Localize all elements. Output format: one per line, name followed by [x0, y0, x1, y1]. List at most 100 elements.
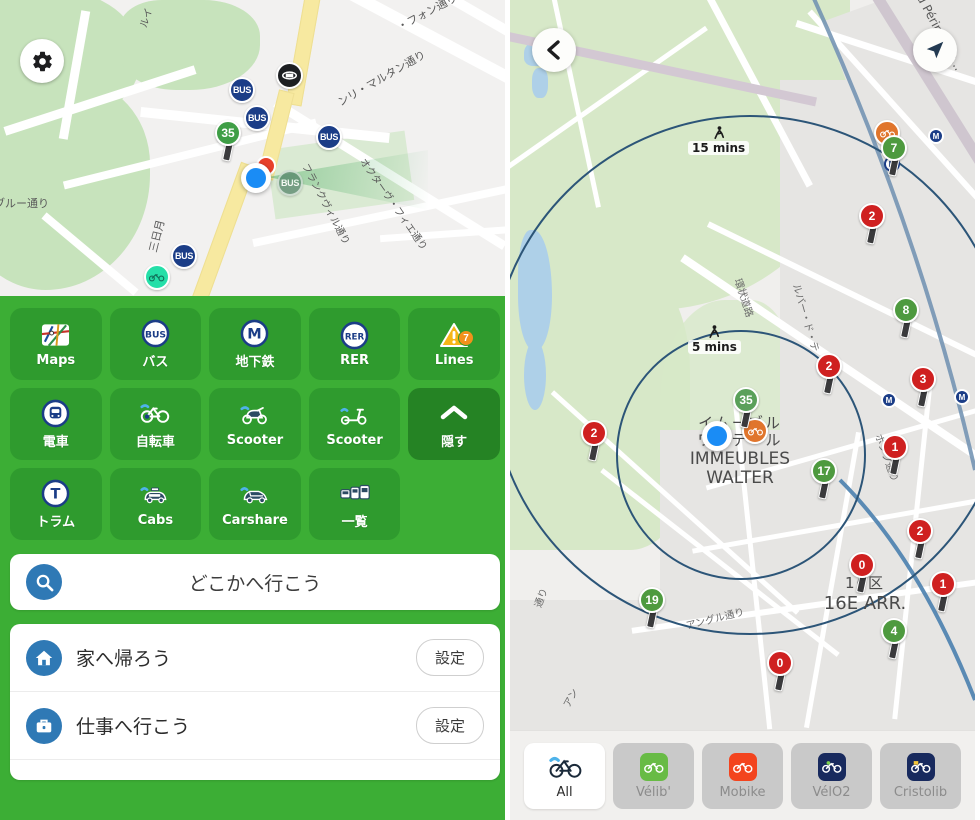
provider-velo2[interactable]: VélO2 — [791, 742, 872, 809]
tile-label: 隠す — [441, 435, 468, 450]
tile-bus[interactable]: BUS バス — [109, 308, 202, 380]
bike-station-marker[interactable]: 35 — [733, 387, 759, 429]
provider-label: Cristolib — [893, 784, 948, 800]
chevron-up-icon — [439, 398, 469, 428]
bike-station-marker[interactable]: 17 — [811, 458, 837, 500]
tile-rer[interactable]: RER RER — [308, 308, 401, 380]
bike-station-count: 2 — [816, 353, 842, 379]
bike-station-marker[interactable]: 8 — [893, 297, 919, 339]
bus-stop-pin[interactable]: BUS — [229, 77, 255, 103]
destination-row-home[interactable]: 家へ帰ろう 設定 — [10, 624, 500, 692]
walk-time-label: 5 mins — [688, 340, 741, 354]
bike-station-marker[interactable]: 7 — [881, 135, 907, 177]
set-work-button[interactable]: 設定 — [415, 707, 484, 744]
back-button[interactable] — [532, 28, 576, 72]
provider-all[interactable]: All — [524, 742, 605, 809]
tile-label: 自転車 — [135, 435, 175, 450]
bike-station-pin[interactable] — [144, 264, 170, 290]
tile-tram[interactable]: T トラム — [10, 468, 102, 540]
bike-station-count: 1 — [930, 571, 956, 597]
dual-phone-screenshot: ・フォン通り ンリ・マルタン通り オクターヴ・フィエ通り フランクヴィル通り ブ… — [0, 0, 980, 820]
tile-maps[interactable]: Maps — [10, 308, 102, 380]
bike-station-marker[interactable]: 0 — [849, 552, 875, 594]
transit-station-pin[interactable] — [276, 62, 303, 89]
provider-cristolib[interactable]: Cristolib — [880, 742, 961, 809]
search-destination-bar[interactable]: どこかへ行こう — [10, 554, 500, 610]
bike-dock-marker[interactable]: 35 — [215, 120, 241, 162]
cristolib-icon — [904, 752, 938, 782]
chevron-left-icon — [547, 40, 560, 60]
provider-mobike[interactable]: Mobike — [702, 742, 783, 809]
bike-station-marker[interactable]: 1 — [930, 571, 956, 613]
settings-gear-button[interactable] — [20, 39, 64, 83]
bus-roundel-icon: BUS — [140, 318, 170, 348]
provider-label: Vélib' — [636, 784, 671, 800]
metro-station-pin[interactable]: M — [928, 128, 944, 144]
tile-carshare[interactable]: Carshare — [209, 468, 301, 540]
tile-all-transit[interactable]: 一覧 — [308, 468, 401, 540]
bike-station-marker[interactable]: 2 — [581, 420, 607, 462]
taxi-icon — [140, 480, 170, 510]
metro-glyph-icon — [282, 71, 297, 80]
tile-train[interactable]: 電車 — [10, 388, 102, 460]
tile-cabs[interactable]: Cabs — [109, 468, 202, 540]
bike-station-marker[interactable]: 4 — [881, 618, 907, 660]
bike-station-marker[interactable]: 2 — [816, 353, 842, 395]
bus-stop-pin[interactable]: BUS — [316, 124, 342, 150]
left-map-canvas[interactable]: ・フォン通り ンリ・マルタン通り オクターヴ・フィエ通り フランクヴィル通り ブ… — [0, 0, 505, 296]
bike-station-marker[interactable]: 2 — [907, 518, 933, 560]
bus-stop-pin[interactable]: BUS — [277, 170, 303, 196]
provider-label: Mobike — [719, 784, 766, 800]
metro-station-pin[interactable]: M — [954, 389, 970, 405]
bicycle-glyph-icon — [149, 273, 165, 282]
search-icon — [26, 564, 62, 600]
locate-me-button[interactable] — [913, 28, 957, 72]
tile-scooter-moped[interactable]: Scooter — [209, 388, 301, 460]
bike-station-count: 2 — [907, 518, 933, 544]
tile-lines[interactable]: 7 Lines — [408, 308, 500, 380]
right-map-canvas[interactable]: 15 mins 5 mins N185 Bd Périphériq... 環状道… — [510, 0, 975, 730]
home-icon — [26, 639, 62, 676]
bus-stop-pin[interactable]: BUS — [244, 105, 270, 131]
right-phone-screen: 15 mins 5 mins N185 Bd Périphériq... 環状道… — [510, 0, 975, 820]
destination-label: 仕事へ行こう — [76, 716, 191, 738]
walking-icon — [709, 325, 720, 339]
bus-stop-pin[interactable]: BUS — [171, 243, 197, 269]
blue-location-dot — [246, 168, 266, 188]
mobike-icon — [726, 752, 760, 782]
destination-label: 家へ帰ろう — [76, 648, 172, 670]
set-home-button[interactable]: 設定 — [415, 639, 484, 676]
bike-station-count: 8 — [893, 297, 919, 323]
bike-station-marker[interactable]: 1 — [882, 434, 908, 476]
transport-mode-grid: Maps BUS バス M 地下鉄 RER RER 7 Lines 電車 自転車… — [10, 308, 500, 540]
metro-station-pin[interactable]: M — [881, 392, 897, 408]
bike-station-count: 17 — [811, 458, 837, 484]
svg-text:T: T — [51, 486, 61, 502]
bike-station-marker[interactable]: 2 — [859, 203, 885, 245]
search-input[interactable]: どこかへ行こう — [62, 569, 448, 596]
tile-label: トラム — [36, 515, 76, 530]
bike-station-marker[interactable]: 3 — [910, 366, 936, 408]
svg-text:BUS: BUS — [145, 329, 166, 340]
blue-location-dot — [707, 426, 727, 446]
destination-row-work[interactable]: 仕事へ行こう 設定 — [10, 692, 500, 760]
tile-bicycle[interactable]: 自転車 — [109, 388, 202, 460]
tile-scooter-kick[interactable]: Scooter — [308, 388, 401, 460]
navigation-arrow-icon — [926, 41, 944, 59]
user-location-marker — [702, 421, 732, 451]
tile-label: Maps — [36, 353, 76, 368]
bike-provider-bar: All Vélib' Mobike VélO2 Cristolib — [510, 730, 975, 820]
transport-modes-panel: Maps BUS バス M 地下鉄 RER RER 7 Lines 電車 自転車… — [0, 296, 505, 820]
velo2-icon — [815, 752, 849, 782]
tile-label: Lines — [434, 353, 474, 368]
bike-station-marker[interactable]: 19 — [639, 587, 665, 629]
tile-label: Scooter — [326, 433, 383, 448]
tile-metro[interactable]: M 地下鉄 — [209, 308, 301, 380]
tile-hide[interactable]: 隠す — [408, 388, 500, 460]
bicycle-icon — [140, 398, 170, 428]
briefcase-icon — [26, 707, 62, 744]
provider-velib[interactable]: Vélib' — [613, 742, 694, 809]
map-highway — [285, 0, 323, 107]
bike-station-marker[interactable]: 0 — [767, 650, 793, 692]
svg-text:M: M — [248, 326, 262, 342]
